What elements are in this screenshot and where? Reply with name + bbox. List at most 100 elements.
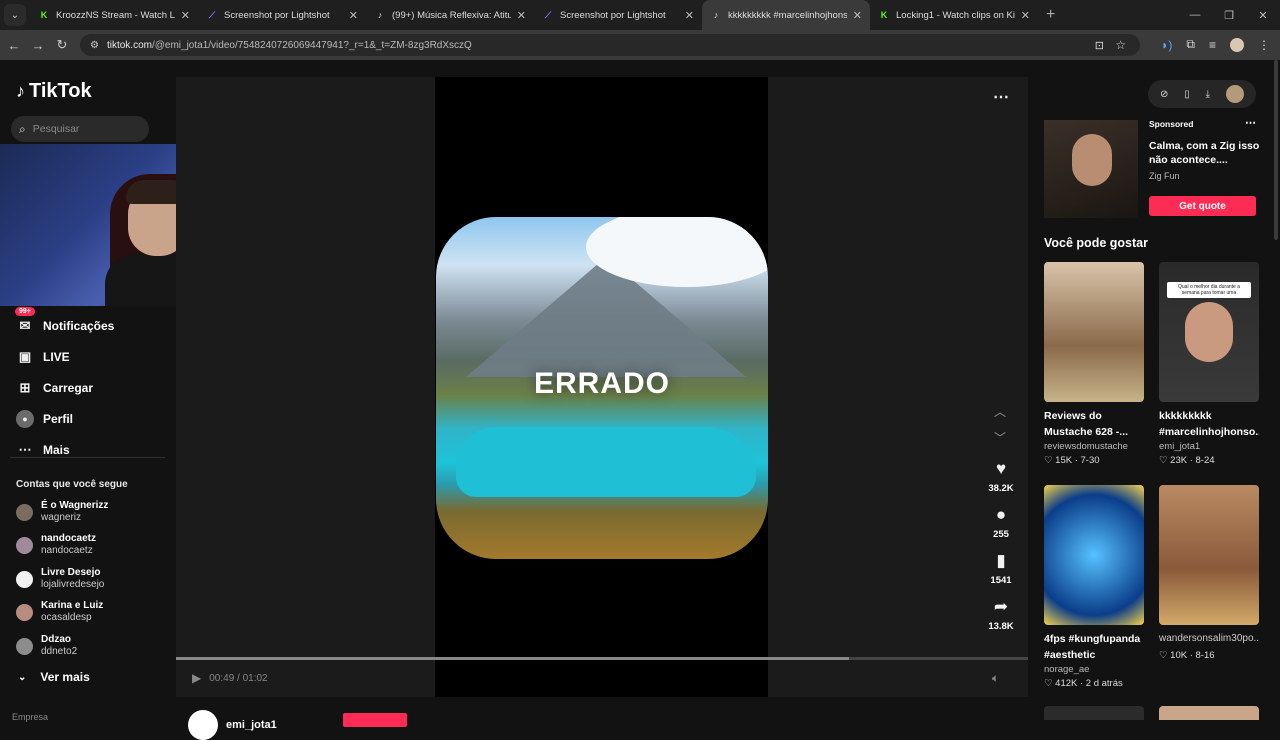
author-avatar[interactable]	[188, 710, 218, 740]
card-title-line2: Mustache 628 -...	[1044, 426, 1129, 438]
following-account[interactable]: Ddzao ddneto2	[16, 634, 77, 658]
ad-title[interactable]: Calma, com a Zig isso não acontece....	[1149, 139, 1261, 167]
user-avatar[interactable]	[1226, 85, 1244, 103]
tiktok-logo[interactable]: ♪ TikTok	[16, 80, 92, 103]
kick-icon: K	[40, 10, 48, 20]
tiktok-logo-icon: ♪	[16, 81, 25, 101]
tab-title: Locking1 - Watch clips on Kick	[896, 9, 1015, 21]
close-tab-icon[interactable]: ✕	[853, 9, 862, 22]
browser-tab[interactable]: ⟋ Screenshot por Lightshot ✕	[534, 0, 702, 30]
save-button[interactable]: ▮ 1541	[984, 551, 1018, 586]
like-button[interactable]: ♥ 38.2K	[984, 459, 1018, 494]
comment-button[interactable]: ● 255	[984, 505, 1018, 540]
suggested-video-card[interactable]: Reviews do Mustache 628 -... reviewsdomu…	[1044, 262, 1144, 466]
author-name[interactable]: emi_jota1	[226, 719, 277, 731]
account-name: Ddzao	[41, 634, 71, 645]
following-account[interactable]: nandocaetz nandocaetz	[16, 533, 96, 557]
account-name: É o Wagnerizz	[41, 500, 109, 511]
suggested-video-card[interactable]: wandersonsalim30po... ♡ 10K · 8-16	[1159, 485, 1259, 661]
explore-icon[interactable]: ⊘	[1160, 89, 1168, 100]
device-icon[interactable]: ▯	[1184, 89, 1190, 100]
ad-more-icon[interactable]: ⋯	[1245, 116, 1256, 129]
restore-icon[interactable]: ❐	[1212, 9, 1246, 22]
browser-tab-bar: ⌄ K KroozzNS Stream - Watch Live ✕ ⟋ Scr…	[0, 0, 1280, 30]
profile-avatar-icon[interactable]	[1230, 37, 1244, 52]
profile-icon: ●	[16, 409, 34, 428]
video-progress-bar[interactable]	[176, 657, 1028, 660]
search-input[interactable]: ⌕ Pesquisar	[11, 116, 149, 142]
page-scrollbar[interactable]	[1274, 60, 1278, 240]
install-app-icon[interactable]: ⊡	[1095, 39, 1104, 52]
close-tab-icon[interactable]: ✕	[517, 9, 526, 22]
avatar	[16, 503, 33, 521]
bookmark-star-icon[interactable]: ☆	[1115, 38, 1126, 52]
forward-icon[interactable]: →	[26, 38, 50, 53]
tab-search-icon[interactable]: ⌄	[4, 4, 26, 26]
more-options-icon[interactable]: ⋯	[993, 87, 1009, 107]
sidebar-item-live[interactable]: ▣ LIVE	[16, 341, 114, 372]
play-icon[interactable]: ▶	[192, 671, 201, 685]
site-info-icon[interactable]: ⚙	[90, 40, 99, 51]
card-title: 4fps #kungfupanda	[1044, 633, 1141, 645]
sidebar-item-upload[interactable]: ⊞ Carregar	[16, 372, 114, 403]
close-tab-icon[interactable]: ✕	[1021, 9, 1030, 22]
suggested-video-card[interactable]: Qual o melhor dia durante a semana para …	[1159, 262, 1259, 466]
get-quote-button[interactable]: Get quote	[1149, 196, 1256, 216]
close-tab-icon[interactable]: ✕	[181, 9, 190, 22]
ad-face	[1072, 134, 1112, 186]
window-controls: — ❐ ✕	[1178, 0, 1280, 30]
video-player[interactable]: ERRADO ⋯ ︿ ﹀ ♥ 38.2K ● 255 ▮ 1541 ➦ 13.8…	[176, 77, 1028, 697]
url-host: tiktok.com	[106, 39, 152, 51]
sidebar-item-more[interactable]: ⋯ Mais	[16, 434, 114, 465]
download-icon[interactable]: ⤓	[1206, 89, 1210, 100]
back-icon[interactable]: ←	[2, 38, 26, 53]
browser-tab[interactable]: ♪ (99+) Música Reflexiva: Atitudes ✕	[366, 0, 534, 30]
avatar	[16, 536, 33, 554]
reading-list-icon[interactable]: ≡	[1209, 38, 1216, 52]
browser-tab[interactable]: K KroozzNS Stream - Watch Live ✕	[30, 0, 198, 30]
audio-extension-icon[interactable]: ◗)	[1161, 38, 1172, 52]
close-window-icon[interactable]: ✕	[1246, 9, 1280, 22]
url-field[interactable]: ⚙ tiktok.com/@emi_jota1/video/7548240726…	[80, 34, 1140, 56]
following-account[interactable]: Livre Desejo lojalivredesejo	[16, 567, 104, 591]
tiktok-page: ♪ TikTok ⌕ Pesquisar ✉ 99+ Notificações ▣…	[0, 60, 1280, 740]
reload-icon[interactable]: ↻	[50, 37, 74, 53]
chevron-down-icon: ⌄	[18, 671, 27, 683]
following-heading: Contas que você segue	[16, 479, 128, 490]
share-icon: ➦	[993, 597, 1009, 616]
close-tab-icon[interactable]: ✕	[349, 9, 358, 22]
volume-icon[interactable]: 🔈︎	[992, 671, 999, 686]
new-tab-icon[interactable]: +	[1046, 6, 1055, 24]
inbox-icon: ✉ 99+	[15, 306, 35, 335]
tiktok-icon: ♪	[713, 10, 719, 20]
following-account[interactable]: É o Wagnerizz wagneriz	[16, 500, 108, 524]
suggested-video-card-partial[interactable]	[1159, 706, 1259, 720]
see-more-button[interactable]: ⌄ Ver mais	[18, 670, 90, 684]
previous-video-icon[interactable]: ︿	[994, 403, 1006, 420]
browser-tab-active[interactable]: ♪ kkkkkkkkk #marcelinhojhonso ✕	[702, 0, 870, 30]
sidebar-item-profile[interactable]: ● Perfil	[16, 403, 114, 434]
footer-link[interactable]: Empresa	[12, 712, 48, 722]
account-handle: nandocaetz	[41, 545, 93, 556]
more-icon: ⋯	[18, 441, 32, 457]
next-video-icon[interactable]: ﹀	[994, 429, 1006, 446]
logo-text: TikTok	[29, 80, 92, 102]
ad-thumbnail[interactable]	[1044, 120, 1138, 218]
minimize-icon[interactable]: —	[1178, 9, 1212, 21]
card-stats: ♡ 15K · 7-30	[1044, 455, 1100, 466]
sidebar-item-notifications[interactable]: ✉ 99+ Notificações	[15, 306, 114, 341]
browser-tab[interactable]: ⟋ Screenshot por Lightshot ✕	[198, 0, 366, 30]
extensions-puzzle-icon[interactable]: ⧉	[1186, 37, 1195, 52]
suggested-video-card[interactable]: 4fps #kungfupanda #aesthetic norage_ae ♡…	[1044, 485, 1144, 689]
comment-icon: ●	[995, 505, 1007, 524]
suggested-video-card-partial[interactable]	[1044, 706, 1144, 720]
following-account[interactable]: Karina e Luiz ocasaldesp	[16, 600, 103, 624]
lightshot-icon: ⟋	[544, 9, 552, 20]
browser-tab[interactable]: K Locking1 - Watch clips on Kick ✕	[870, 0, 1038, 30]
follow-button[interactable]	[343, 713, 407, 727]
close-tab-icon[interactable]: ✕	[685, 9, 694, 22]
share-button[interactable]: ➦ 13.8K	[984, 597, 1018, 632]
lightshot-icon: ⟋	[208, 9, 216, 20]
lake-shape	[456, 427, 756, 497]
browser-menu-icon[interactable]: ⋮	[1258, 38, 1270, 52]
